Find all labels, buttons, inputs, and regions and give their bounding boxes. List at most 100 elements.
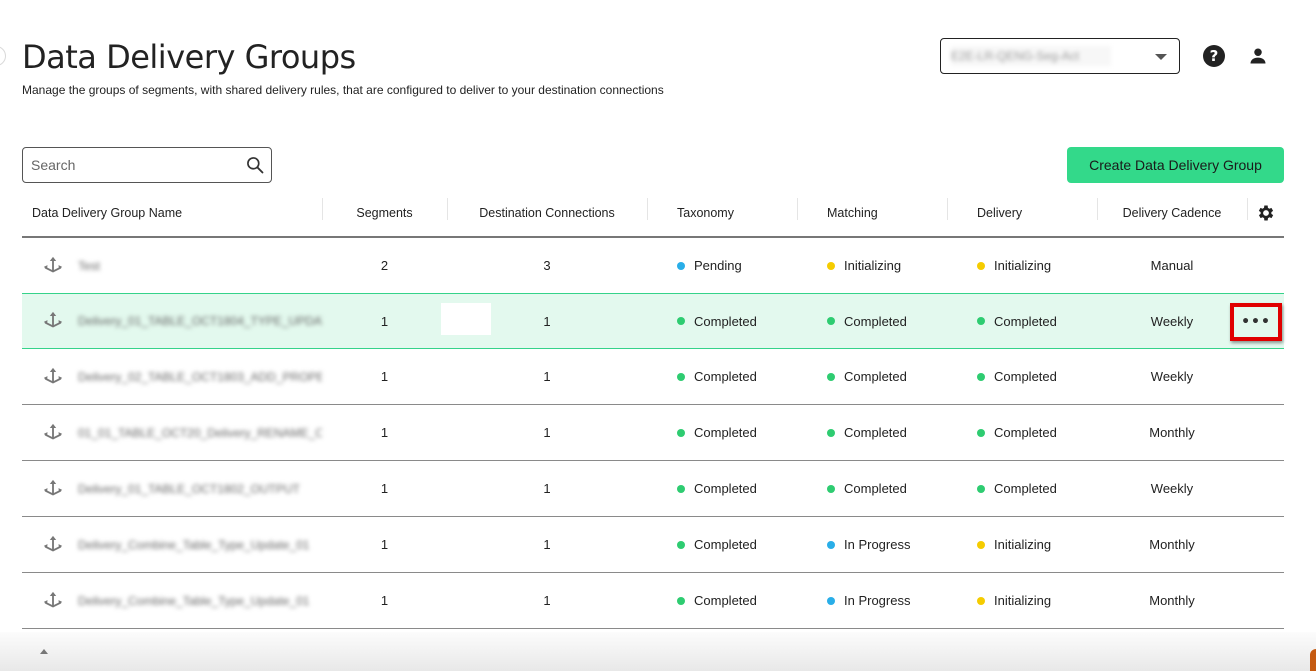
status-dot-icon bbox=[827, 261, 835, 270]
table-body: Test 2 3 Pending Initializing Initializi… bbox=[22, 238, 1284, 629]
segments-count: 1 bbox=[380, 481, 389, 496]
drag-handle-icon[interactable] bbox=[42, 534, 64, 556]
status-dot-icon bbox=[827, 428, 835, 437]
status-dot-icon bbox=[827, 317, 835, 325]
column-header-taxonomy[interactable]: Taxonomy bbox=[647, 189, 797, 237]
drag-handle-icon[interactable] bbox=[42, 478, 64, 500]
status-dot-icon bbox=[827, 484, 835, 493]
status-label: Completed bbox=[844, 313, 907, 329]
group-name-link[interactable]: Delivery_02_TABLE_OCT1803_ADD_PROPERTY bbox=[78, 370, 322, 384]
group-name-link[interactable]: Delivery_01_TABLE_OCT1804_TYPE_UPDATE_I bbox=[78, 314, 322, 328]
status-dot-icon bbox=[827, 372, 835, 381]
column-header-segments[interactable]: Segments bbox=[322, 189, 447, 237]
status-dot-icon bbox=[677, 596, 685, 605]
account-selector[interactable]: E2E-LR-QENG-Seg-Act bbox=[940, 38, 1180, 74]
more-horizontal-icon: ••• bbox=[1241, 314, 1271, 330]
name-cell: Delivery_02_TABLE_OCT1803_ADD_PROPERTY bbox=[22, 349, 322, 404]
delivery-cadence: Weekly bbox=[1150, 313, 1194, 329]
drag-handle-icon[interactable] bbox=[42, 366, 64, 388]
column-header-name[interactable]: Data Delivery Group Name bbox=[22, 189, 322, 237]
table-row[interactable]: Delivery_02_TABLE_OCT1803_ADD_PROPERTY 1… bbox=[22, 349, 1284, 405]
drag-handle-icon[interactable] bbox=[42, 310, 64, 332]
chevron-down-icon bbox=[1155, 54, 1167, 60]
status-label: Completed bbox=[994, 369, 1057, 384]
create-data-delivery-group-button[interactable]: Create Data Delivery Group bbox=[1067, 147, 1284, 183]
drag-handle-icon[interactable] bbox=[42, 422, 64, 444]
status-dot-icon bbox=[977, 596, 985, 605]
status-label: Pending bbox=[694, 258, 742, 273]
matching-status: In Progress bbox=[797, 573, 947, 628]
actions-cell bbox=[1247, 349, 1284, 404]
segments-count: 1 bbox=[380, 425, 389, 440]
status-label: Completed bbox=[694, 593, 757, 608]
drag-handle-icon[interactable] bbox=[42, 255, 64, 277]
page-subtitle: Manage the groups of segments, with shar… bbox=[22, 83, 664, 97]
status-label: Initializing bbox=[994, 258, 1052, 273]
status-dot-icon bbox=[977, 372, 985, 381]
table-row[interactable]: Test 2 3 Pending Initializing Initializi… bbox=[22, 238, 1284, 294]
taxonomy-status: Completed bbox=[647, 573, 797, 628]
destination-connections-count: 1 bbox=[543, 425, 551, 440]
taxonomy-status: Completed bbox=[647, 349, 797, 404]
actions-cell bbox=[1247, 238, 1284, 293]
matching-status: Completed bbox=[797, 461, 947, 516]
status-label: Completed bbox=[994, 481, 1057, 496]
delivery-status: Completed bbox=[947, 349, 1097, 404]
status-dot-icon bbox=[977, 261, 985, 270]
column-header-delivery[interactable]: Delivery bbox=[947, 189, 1097, 237]
search-box[interactable] bbox=[22, 147, 272, 183]
gear-icon[interactable] bbox=[1256, 203, 1276, 223]
column-header-delivery-cadence[interactable]: Delivery Cadence bbox=[1097, 189, 1247, 237]
table-row[interactable]: 01_01_TABLE_OCT20_Delivery_RENAME_OUT 1 … bbox=[22, 405, 1284, 461]
column-header-matching[interactable]: Matching bbox=[797, 189, 947, 237]
group-name-link[interactable]: Delivery_Combine_Table_Type_Update_01 bbox=[78, 594, 322, 608]
name-cell: Delivery_01_TABLE_OCT1804_TYPE_UPDATE_I bbox=[22, 294, 322, 348]
status-dot-icon bbox=[677, 372, 685, 381]
table-row[interactable]: Delivery_Combine_Table_Type_Update_01 1 … bbox=[22, 517, 1284, 573]
taxonomy-status: Pending bbox=[647, 238, 797, 293]
matching-status: Completed bbox=[797, 294, 947, 348]
status-dot-icon bbox=[977, 317, 985, 325]
status-label: Completed bbox=[694, 313, 757, 329]
drag-handle-icon[interactable] bbox=[42, 590, 64, 612]
group-name-link[interactable]: Delivery_01_TABLE_OCT1802_OUTPUT bbox=[78, 482, 322, 496]
delivery-cadence: Monthly bbox=[1149, 537, 1195, 552]
search-input[interactable] bbox=[23, 148, 223, 182]
delivery-status: Initializing bbox=[947, 573, 1097, 628]
column-header-destination-connections[interactable]: Destination Connections bbox=[447, 189, 647, 237]
name-cell: 01_01_TABLE_OCT20_Delivery_RENAME_OUT bbox=[22, 405, 322, 460]
destination-connections-count: 1 bbox=[543, 369, 551, 384]
table-row[interactable]: Delivery_01_TABLE_OCT1802_OUTPUT 1 1 Com… bbox=[22, 461, 1284, 517]
matching-status: Completed bbox=[797, 405, 947, 460]
name-cell: Delivery_Combine_Table_Type_Update_01 bbox=[22, 517, 322, 572]
help-icon[interactable]: ? bbox=[1203, 45, 1225, 67]
account-selector-value: E2E-LR-QENG-Seg-Act bbox=[951, 46, 1111, 66]
status-dot-icon bbox=[977, 484, 985, 493]
search-icon[interactable] bbox=[245, 155, 265, 175]
status-label: Completed bbox=[844, 481, 907, 496]
group-name-link[interactable]: Delivery_Combine_Table_Type_Update_01 bbox=[78, 538, 322, 552]
table-row-selected[interactable]: Delivery_01_TABLE_OCT1804_TYPE_UPDATE_I … bbox=[22, 293, 1284, 349]
delivery-cadence: Monthly bbox=[1149, 425, 1195, 440]
taxonomy-status: Completed bbox=[647, 517, 797, 572]
delivery-status: Completed bbox=[947, 461, 1097, 516]
bottom-fade-overlay bbox=[0, 632, 1316, 671]
status-dot-icon bbox=[827, 540, 835, 549]
destination-connections-count: 1 bbox=[543, 537, 551, 552]
name-cell: Delivery_Combine_Table_Type_Update_01 bbox=[22, 573, 322, 628]
group-name-link[interactable]: Test bbox=[78, 259, 322, 273]
delivery-status: Initializing bbox=[947, 238, 1097, 293]
status-label: Completed bbox=[994, 425, 1057, 440]
data-delivery-groups-table: Data Delivery Group Name Segments Destin… bbox=[22, 190, 1284, 629]
group-name-link[interactable]: 01_01_TABLE_OCT20_Delivery_RENAME_OUT bbox=[78, 426, 322, 440]
side-panel-toggle[interactable] bbox=[0, 46, 6, 66]
table-header: Data Delivery Group Name Segments Destin… bbox=[22, 190, 1284, 238]
matching-status: Completed bbox=[797, 349, 947, 404]
actions-cell bbox=[1247, 517, 1284, 572]
destination-connections-count: 1 bbox=[543, 593, 551, 608]
status-dot-icon bbox=[677, 317, 685, 325]
row-actions-button[interactable]: ••• bbox=[1230, 303, 1282, 341]
status-dot-icon bbox=[677, 540, 685, 549]
user-icon[interactable] bbox=[1248, 46, 1268, 66]
table-row[interactable]: Delivery_Combine_Table_Type_Update_01 1 … bbox=[22, 573, 1284, 629]
